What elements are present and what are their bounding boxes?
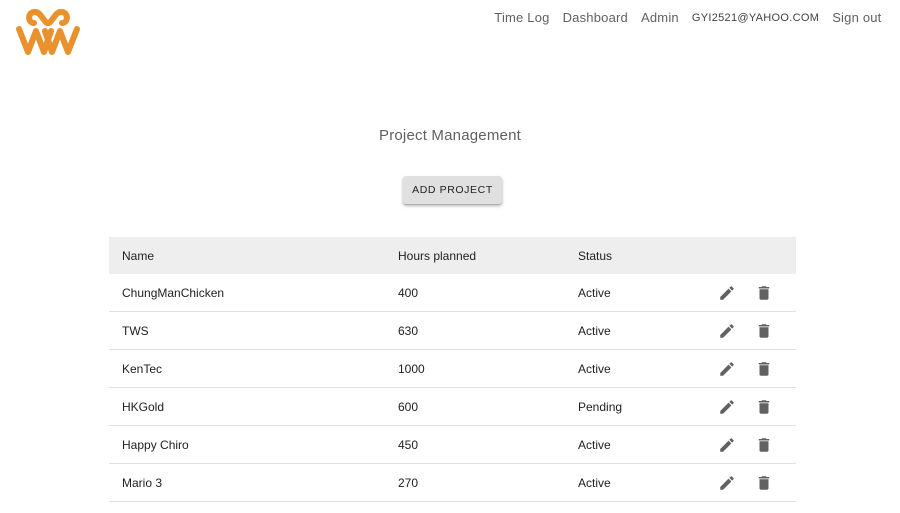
cell-status: Active xyxy=(578,285,611,300)
cell-status: Active xyxy=(578,323,611,338)
table-row: TWS 630 Active xyxy=(109,312,796,350)
pencil-icon[interactable] xyxy=(718,474,736,492)
pencil-icon[interactable] xyxy=(718,284,736,302)
trash-icon[interactable] xyxy=(755,360,773,378)
header-status: Status xyxy=(578,248,613,263)
cell-status: Active xyxy=(578,437,611,452)
add-project-button[interactable]: ADD PROJECT xyxy=(403,176,502,204)
pencil-icon[interactable] xyxy=(718,360,736,378)
cell-status: Pending xyxy=(578,399,623,414)
cell-hours: 630 xyxy=(398,323,419,338)
cell-name: HKGold xyxy=(122,399,165,414)
row-actions xyxy=(718,388,792,425)
header-name: Name xyxy=(122,248,155,263)
row-actions xyxy=(718,464,792,501)
table-row: HKGold 600 Pending xyxy=(109,388,796,426)
projects-table: Name Hours planned Status ChungManChicke… xyxy=(109,237,796,502)
trash-icon[interactable] xyxy=(755,436,773,454)
table-row: KenTec 1000 Active xyxy=(109,350,796,388)
cell-status: Active xyxy=(578,475,611,490)
cell-name: ChungManChicken xyxy=(122,285,225,300)
row-actions xyxy=(718,426,792,463)
nav-dashboard[interactable]: Dashboard xyxy=(556,11,634,25)
cell-hours: 450 xyxy=(398,437,419,452)
table-row: Happy Chiro 450 Active xyxy=(109,426,796,464)
trash-icon[interactable] xyxy=(755,474,773,492)
row-actions xyxy=(718,312,792,349)
pencil-icon[interactable] xyxy=(718,398,736,416)
top-nav: Time Log Dashboard Admin GYI2521@YAHOO.C… xyxy=(488,11,888,25)
user-email[interactable]: GYI2521@YAHOO.COM xyxy=(685,11,825,25)
pencil-icon[interactable] xyxy=(718,436,736,454)
cell-name: KenTec xyxy=(122,361,163,376)
table-row: ChungManChicken 400 Active xyxy=(109,274,796,312)
cell-name: Mario 3 xyxy=(122,475,163,490)
row-actions xyxy=(718,274,792,311)
nav-time-log[interactable]: Time Log xyxy=(488,11,556,25)
sign-out-link[interactable]: Sign out xyxy=(826,11,888,25)
cell-name: Happy Chiro xyxy=(122,437,189,452)
header-hours-planned: Hours planned xyxy=(398,248,477,263)
page-title: Project Management xyxy=(378,127,521,144)
cell-hours: 600 xyxy=(398,399,419,414)
trash-icon[interactable] xyxy=(755,398,773,416)
cell-status: Active xyxy=(578,361,611,376)
table-header: Name Hours planned Status xyxy=(109,237,796,274)
cell-hours: 1000 xyxy=(398,361,425,376)
row-actions xyxy=(718,350,792,387)
logo[interactable] xyxy=(14,7,82,57)
trash-icon[interactable] xyxy=(755,284,773,302)
trash-icon[interactable] xyxy=(755,322,773,340)
pencil-icon[interactable] xyxy=(718,322,736,340)
cell-hours: 400 xyxy=(398,285,419,300)
cell-hours: 270 xyxy=(398,475,419,490)
nav-admin[interactable]: Admin xyxy=(635,11,686,25)
cell-name: TWS xyxy=(122,323,149,338)
table-row: Mario 3 270 Active xyxy=(109,464,796,502)
